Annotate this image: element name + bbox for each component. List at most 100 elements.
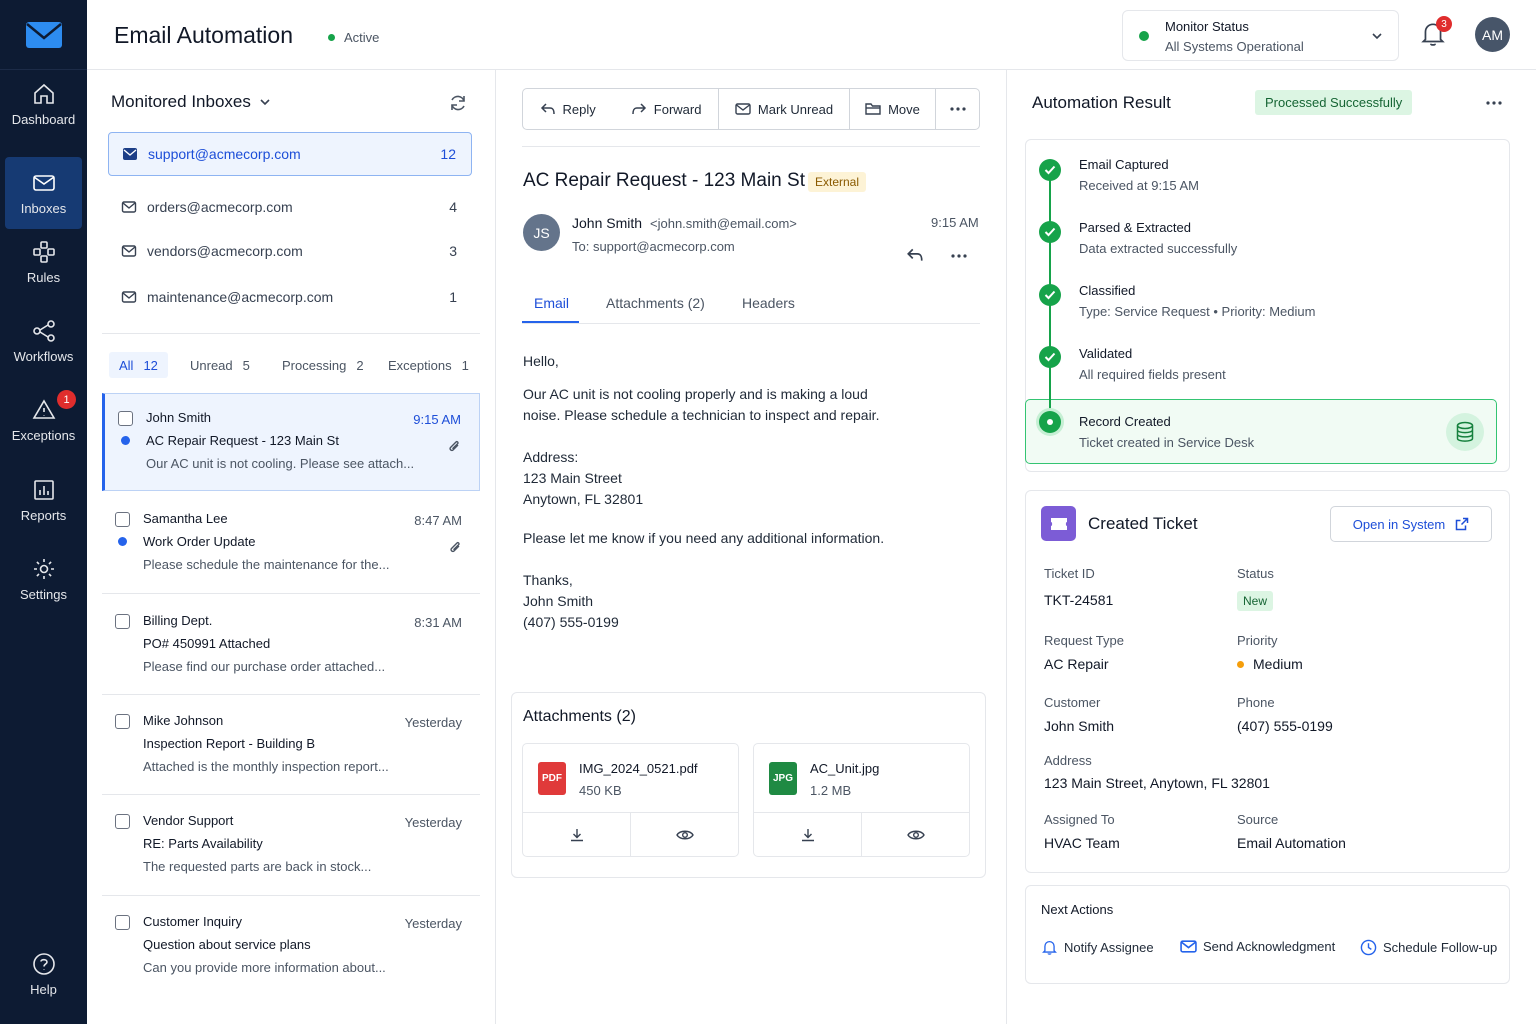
gear-icon xyxy=(33,558,54,579)
monitor-dot-icon xyxy=(1139,31,1149,41)
email-toolbar: Reply Forward Mark Unread Move xyxy=(522,88,980,130)
message-checkbox[interactable] xyxy=(115,915,130,930)
nav-settings[interactable]: Settings xyxy=(5,543,82,615)
reply-icon xyxy=(540,103,555,115)
reply-icon[interactable] xyxy=(906,247,924,263)
schedule-follow-up-button[interactable]: Schedule Follow-up xyxy=(1360,939,1497,956)
nav-reports[interactable]: Reports xyxy=(5,464,82,536)
user-avatar[interactable]: AM xyxy=(1475,17,1510,52)
priority-dot-icon xyxy=(1237,660,1244,668)
email-body-line: Address: xyxy=(523,449,579,465)
message-sender: Billing Dept. xyxy=(143,613,213,628)
message-checkbox[interactable] xyxy=(115,714,130,729)
nav-help[interactable]: Help xyxy=(5,938,82,1010)
message-time: Yesterday xyxy=(404,715,462,730)
more-actions-button[interactable] xyxy=(936,89,979,129)
more-horizontal-icon[interactable] xyxy=(1485,94,1503,112)
move-button[interactable]: Move xyxy=(850,89,936,129)
message-time: 8:31 AM xyxy=(414,615,462,630)
monitor-status-dropdown[interactable]: Monitor Status All Systems Operational xyxy=(1122,10,1399,61)
message-checkbox[interactable] xyxy=(118,411,133,426)
ticket-id-value: TKT-24581 xyxy=(1044,592,1114,608)
filter-tab-all[interactable]: All 12 xyxy=(109,352,168,378)
inbox-item-orders[interactable]: orders@acmecorp.com 4 xyxy=(108,185,472,229)
nav-rules[interactable]: Rules xyxy=(5,226,82,298)
step-subtitle: Received at 9:15 AM xyxy=(1079,178,1199,193)
bell-icon xyxy=(1042,940,1057,955)
database-icon xyxy=(1446,413,1484,451)
more-horizontal-icon[interactable] xyxy=(950,247,968,265)
inbox-item-maintenance[interactable]: maintenance@acmecorp.com 1 xyxy=(108,275,472,319)
request-type-value: AC Repair xyxy=(1044,656,1109,672)
preview-button[interactable] xyxy=(631,813,738,856)
download-button[interactable] xyxy=(523,813,631,856)
message-subject: PO# 450991 Attached xyxy=(143,636,271,651)
send-acknowledgment-button[interactable]: Send Acknowledgment xyxy=(1180,939,1335,954)
sidebar: Dashboard Inboxes Rules Workflows Except… xyxy=(0,0,87,1024)
mark-unread-button[interactable]: Mark Unread xyxy=(719,89,850,129)
forward-button[interactable]: Forward xyxy=(631,102,701,117)
nav-workflows[interactable]: Workflows xyxy=(5,305,82,377)
nav-exceptions[interactable]: Exceptions 1 xyxy=(5,384,82,456)
inbox-count: 3 xyxy=(449,243,457,259)
inbox-email: support@acmecorp.com xyxy=(148,146,301,162)
message-checkbox[interactable] xyxy=(115,512,130,527)
attachment-card[interactable]: PDF IMG_2024_0521.pdf 450 KB xyxy=(522,743,739,857)
nav-label: Exceptions xyxy=(11,427,76,443)
reply-label: Reply xyxy=(562,101,596,117)
exceptions-badge: 1 xyxy=(57,390,76,409)
email-body-line: noise. Please schedule a technician to i… xyxy=(523,407,880,423)
next-actions-title: Next Actions xyxy=(1041,902,1114,917)
status-text: Active xyxy=(344,30,380,45)
message-preview: Can you provide more information about..… xyxy=(143,960,386,975)
refresh-icon[interactable] xyxy=(448,93,468,113)
notify-assignee-button[interactable]: Notify Assignee xyxy=(1041,939,1154,956)
nav-dashboard[interactable]: Dashboard xyxy=(5,68,82,140)
tab-attachments[interactable]: Attachments (2) xyxy=(606,295,705,311)
filter-count: 12 xyxy=(143,357,158,373)
attachment-card[interactable]: JPG AC_Unit.jpg 1.2 MB xyxy=(753,743,970,857)
message-checkbox[interactable] xyxy=(115,814,130,829)
message-preview: The requested parts are back in stock... xyxy=(143,859,372,874)
attachment-actions xyxy=(523,812,738,856)
message-row[interactable]: Vendor Support Yesterday RE: Parts Avail… xyxy=(102,797,480,897)
message-checkbox[interactable] xyxy=(115,614,130,629)
pdf-file-icon: PDF xyxy=(538,762,566,795)
nav-label: Help xyxy=(30,981,57,997)
inbox-item-support[interactable]: support@acmecorp.com 12 xyxy=(108,132,472,176)
sender-email: <john.smith@email.com> xyxy=(650,216,797,231)
priority-value: Medium xyxy=(1237,656,1303,672)
check-circle-icon xyxy=(1039,221,1061,243)
chart-icon xyxy=(33,479,54,500)
message-preview: Attached is the monthly inspection repor… xyxy=(143,759,389,774)
filter-tab-processing[interactable]: Processing 2 xyxy=(282,352,364,378)
app-logo[interactable] xyxy=(0,0,87,70)
rules-icon xyxy=(32,240,55,263)
message-row[interactable]: Samantha Lee 8:47 AM Work Order Update P… xyxy=(102,495,480,595)
open-in-system-button[interactable]: Open in System xyxy=(1330,506,1492,542)
filter-count: 5 xyxy=(242,357,250,373)
preview-button[interactable] xyxy=(862,813,969,856)
monitored-inboxes-dropdown[interactable]: Monitored Inboxes xyxy=(111,92,271,112)
workflow-icon xyxy=(32,319,55,342)
inbox-count: 4 xyxy=(449,199,457,215)
message-row[interactable]: Billing Dept. 8:31 AM PO# 450991 Attache… xyxy=(102,597,480,697)
message-row[interactable]: John Smith 9:15 AM AC Repair Request - 1… xyxy=(102,393,480,491)
filter-tab-exceptions[interactable]: Exceptions 1 xyxy=(388,352,469,378)
message-preview: Please schedule the maintenance for the.… xyxy=(143,557,390,572)
field-label: Priority xyxy=(1237,633,1278,648)
tab-email[interactable]: Email xyxy=(534,295,569,311)
step-subtitle: Data extracted successfully xyxy=(1079,241,1238,256)
message-row[interactable]: Mike Johnson Yesterday Inspection Report… xyxy=(102,697,480,797)
reply-button[interactable]: Reply xyxy=(540,102,596,117)
inbox-item-vendors[interactable]: vendors@acmecorp.com 3 xyxy=(108,229,472,273)
message-row[interactable]: Customer Inquiry Yesterday Question abou… xyxy=(102,898,480,998)
jpg-file-icon: JPG xyxy=(769,762,797,795)
inbox-email: maintenance@acmecorp.com xyxy=(147,289,334,305)
step-title: Parsed & Extracted xyxy=(1079,220,1191,235)
download-button[interactable] xyxy=(754,813,862,856)
tab-headers[interactable]: Headers xyxy=(742,295,795,311)
status-dot-icon xyxy=(328,34,335,41)
nav-inboxes[interactable]: Inboxes xyxy=(5,157,82,229)
filter-tab-unread[interactable]: Unread 5 xyxy=(190,352,250,378)
